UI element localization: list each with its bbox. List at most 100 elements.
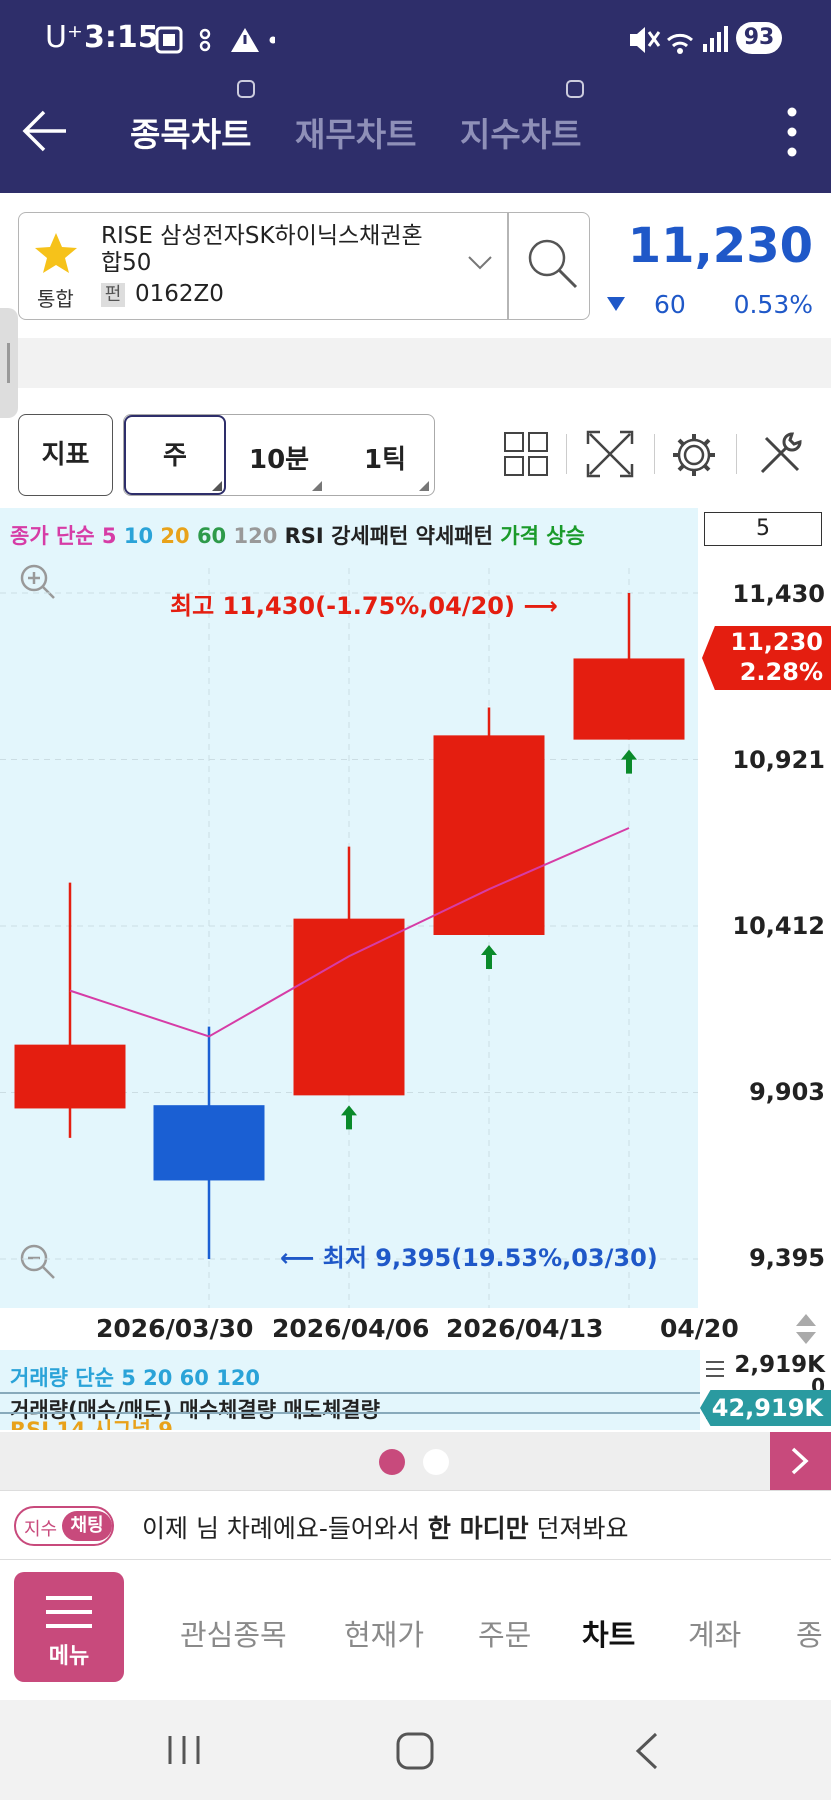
down-triangle-icon <box>607 297 625 311</box>
copy-mark-icon <box>566 80 584 98</box>
top-bar: U⁺ 3:15 93 종목차트 재무차트 지수차트 <box>0 0 831 193</box>
price-axis: 5 11,430 10,921 10,412 9,903 9,395 11,23… <box>698 508 831 1308</box>
volume-axis: 2,919K 0 42,919K <box>700 1350 831 1432</box>
current-price-tag: 11,230 2.28% <box>702 626 831 690</box>
count-box[interactable]: 5 <box>704 512 822 546</box>
x-tick-label: 04/20 <box>660 1314 739 1343</box>
menu-button[interactable]: 메뉴 <box>14 1572 124 1682</box>
page-dot[interactable] <box>423 1449 449 1475</box>
layout-grid-icon[interactable] <box>504 432 548 476</box>
clock: 3:15 <box>84 20 159 55</box>
recent-apps-icon[interactable] <box>166 1734 202 1766</box>
price-change: 60 <box>654 290 686 319</box>
copy-mark-icon <box>237 80 255 98</box>
battery-indicator: 93 <box>736 22 782 54</box>
side-handle[interactable] <box>0 308 18 418</box>
chat-tag: 지수 채팅 <box>14 1506 114 1546</box>
home-icon[interactable] <box>396 1732 434 1770</box>
info-strip <box>0 338 831 388</box>
low-annotation: ⟵ 최저 9,395(19.53%,03/30) <box>280 1244 658 1272</box>
favorite-star-icon[interactable] <box>33 231 79 275</box>
tab-stock-chart[interactable]: 종목차트 <box>130 108 251 156</box>
nav-watchlist[interactable]: 관심종목 <box>180 1612 287 1654</box>
corner-mark-icon <box>312 481 322 491</box>
y-tick-label: 10,921 <box>732 746 825 774</box>
expand-icon[interactable] <box>586 430 634 478</box>
status-icons-left <box>155 26 275 54</box>
banner-text: 이제 님 차례에요-들어와서 <box>142 1514 428 1543</box>
current-price: 11,230 <box>627 218 813 274</box>
more-menu-icon[interactable] <box>786 106 798 158</box>
x-tick-label: 2026/03/30 <box>96 1314 254 1343</box>
divider <box>654 434 655 474</box>
chevron-down-icon[interactable] <box>467 255 493 271</box>
banner-bold: 한 마디만 <box>427 1514 529 1543</box>
volume-panel[interactable]: 거래량 단순 5 20 60 120 거래량(매수/매도) 매수체결량 매도체결… <box>0 1350 700 1430</box>
tab-index-chart[interactable]: 지수차트 <box>460 108 581 156</box>
menu-label: 메뉴 <box>48 1644 90 1669</box>
nav-account[interactable]: 계좌 <box>688 1612 741 1654</box>
period-selector: 주 10분 1틱 <box>123 414 435 496</box>
candlestick-plot <box>0 568 698 1308</box>
banner-tail: 던져봐요 <box>528 1514 629 1543</box>
stock-code: 0162Z0 <box>135 281 224 307</box>
period-week-button[interactable]: 주 <box>124 415 226 495</box>
gear-icon[interactable] <box>671 432 717 478</box>
scroll-arrows-icon[interactable] <box>794 1312 818 1346</box>
y-tick-label: 10,412 <box>732 912 825 940</box>
volume-tag: 42,919K <box>700 1390 831 1426</box>
x-tick-label: 2026/04/06 <box>272 1314 430 1343</box>
high-annotation: 최고 11,430(-1.75%,04/20) ⟶ <box>170 592 558 620</box>
indicator-button[interactable]: 지표 <box>18 414 113 496</box>
nav-current-price[interactable]: 현재가 <box>344 1612 424 1654</box>
nav-order[interactable]: 주문 <box>478 1612 531 1654</box>
market-label: 통합 <box>37 287 74 311</box>
tools-icon[interactable] <box>756 430 804 478</box>
candle-body <box>573 658 685 740</box>
rsi-title: RSI 14 시그널 9 <box>10 1418 173 1430</box>
stock-selector[interactable]: 통합 RISE 삼성전자SK하이닉스채권혼합50 펀 0162Z0 <box>18 212 590 320</box>
period-10min-button[interactable]: 10분 <box>249 439 309 476</box>
status-bar: U⁺ 3:15 93 <box>0 0 831 78</box>
divider <box>566 434 567 474</box>
divider <box>507 213 509 319</box>
period-tick-button[interactable]: 1틱 <box>364 439 406 476</box>
stock-name: RISE 삼성전자SK하이닉스채권혼합50 <box>101 223 423 276</box>
price-change-pct: 0.53% <box>733 290 813 319</box>
page-indicator-bar <box>0 1432 831 1490</box>
chat-banner[interactable]: 지수 채팅 이제 님 차례에요-들어와서 한 마디만 던져봐요 <box>0 1490 831 1560</box>
chat-banner-text: 이제 님 차례에요-들어와서 한 마디만 던져봐요 <box>142 1509 629 1545</box>
y-tick-label: 9,903 <box>749 1078 825 1106</box>
chart-toolbar: 지표 주 10분 1틱 <box>0 404 831 504</box>
tab-financial-chart[interactable]: 재무차트 <box>295 108 416 156</box>
divider <box>736 434 737 474</box>
nav-row: 종목차트 재무차트 지수차트 <box>0 78 831 193</box>
volume-tag-value: 42,919K <box>711 1394 823 1422</box>
nav-more[interactable]: 종 <box>796 1612 823 1654</box>
candle-body <box>293 918 405 1096</box>
price-chart[interactable]: 종가 단순 5 10 20 60 120 RSI 강세패턴 약세패턴 가격 상승… <box>0 508 698 1308</box>
chat-tag-index: 지수 <box>24 1519 58 1540</box>
nav-chart[interactable]: 차트 <box>582 1612 635 1654</box>
back-icon[interactable] <box>634 1732 660 1770</box>
fund-badge: 펀 <box>101 283 125 307</box>
corner-mark-icon <box>419 481 429 491</box>
bottom-nav: 메뉴 관심종목 현재가 주문 차트 계좌 종 <box>0 1560 831 1700</box>
y-tick-label: 11,430 <box>732 580 825 608</box>
current-price-tag-value: 11,230 <box>730 628 823 656</box>
current-price-tag-pct: 2.28% <box>739 658 823 686</box>
search-icon[interactable] <box>524 235 580 291</box>
candle-body <box>14 1044 126 1109</box>
system-nav-bar <box>0 1700 831 1800</box>
page-dot-active[interactable] <box>379 1449 405 1475</box>
next-page-button[interactable] <box>770 1432 831 1490</box>
candle-body <box>153 1105 265 1181</box>
x-tick-label: 2026/04/13 <box>446 1314 604 1343</box>
date-axis: 2026/03/30 2026/04/06 2026/04/13 04/20 <box>0 1308 831 1350</box>
price-rise-marker <box>621 749 637 774</box>
price-rise-marker <box>341 1105 357 1130</box>
back-arrow-icon[interactable] <box>22 108 68 154</box>
corner-mark-icon <box>212 481 222 491</box>
hamburger-icon <box>46 1596 92 1628</box>
price-rise-marker <box>481 945 497 969</box>
